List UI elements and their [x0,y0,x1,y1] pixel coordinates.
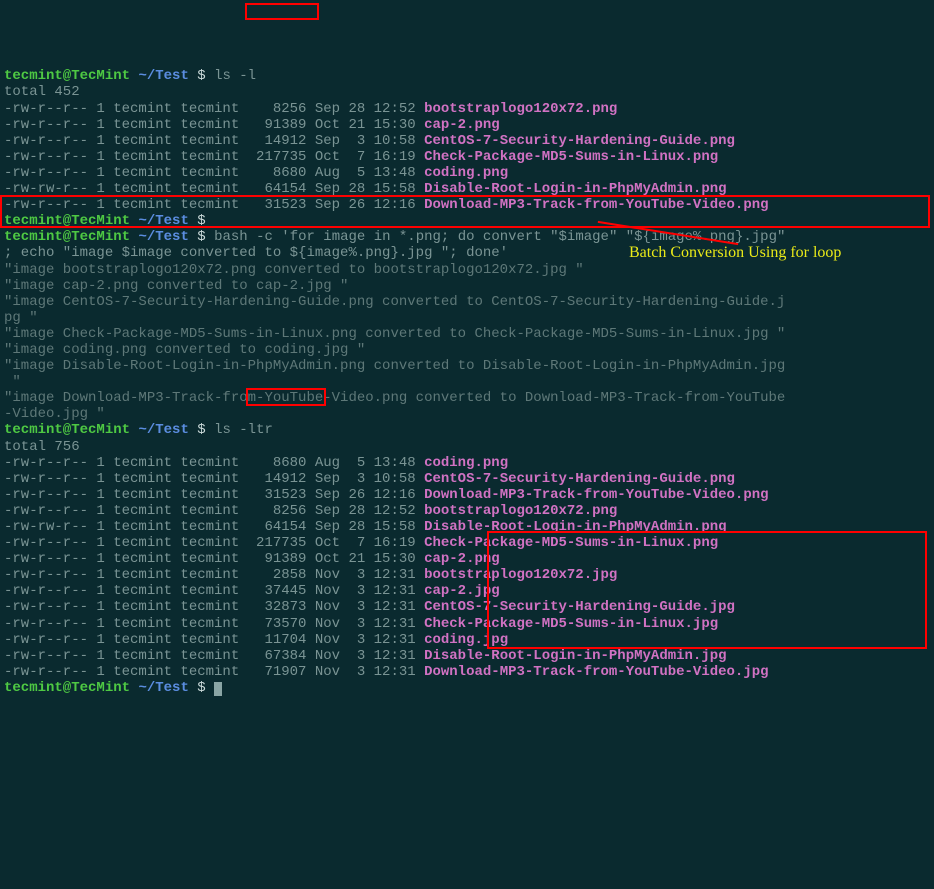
highlight-box-command [0,195,930,228]
annotation-text: Batch Conversion Using for loop [629,244,841,262]
highlight-box-results [487,531,927,649]
highlight-box-ls-ltr [246,388,326,406]
highlight-box-ls [245,3,319,20]
